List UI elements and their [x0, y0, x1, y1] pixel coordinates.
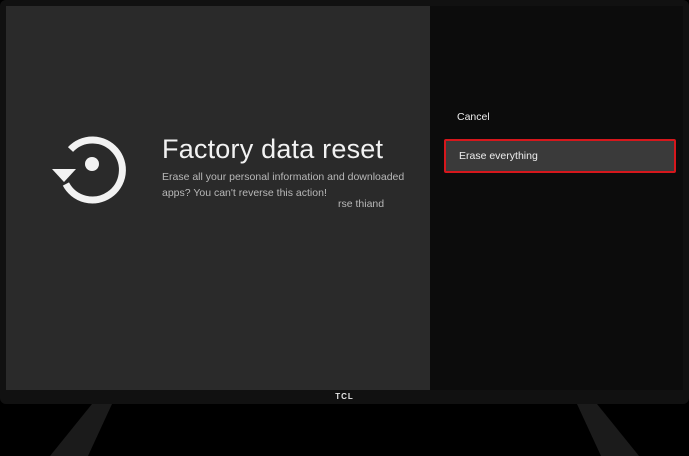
page-title: Factory data reset	[162, 134, 384, 164]
erase-everything-button[interactable]: Erase everything	[444, 139, 676, 173]
restore-icon	[52, 136, 126, 204]
overlay-text-fragment: rse thiand	[338, 198, 385, 210]
brand-logo: TCL	[335, 392, 354, 401]
cancel-button[interactable]: Cancel	[444, 100, 676, 134]
page-description: Erase all your personal information and …	[162, 171, 405, 199]
tv-photo: Factory data reset Erase all your person…	[0, 0, 689, 456]
tv-frame: Factory data reset Erase all your person…	[0, 0, 689, 404]
info-panel: Factory data reset Erase all your person…	[6, 6, 430, 390]
action-menu: Cancel Erase everything	[430, 6, 683, 390]
tv-screen: Factory data reset Erase all your person…	[6, 6, 683, 390]
